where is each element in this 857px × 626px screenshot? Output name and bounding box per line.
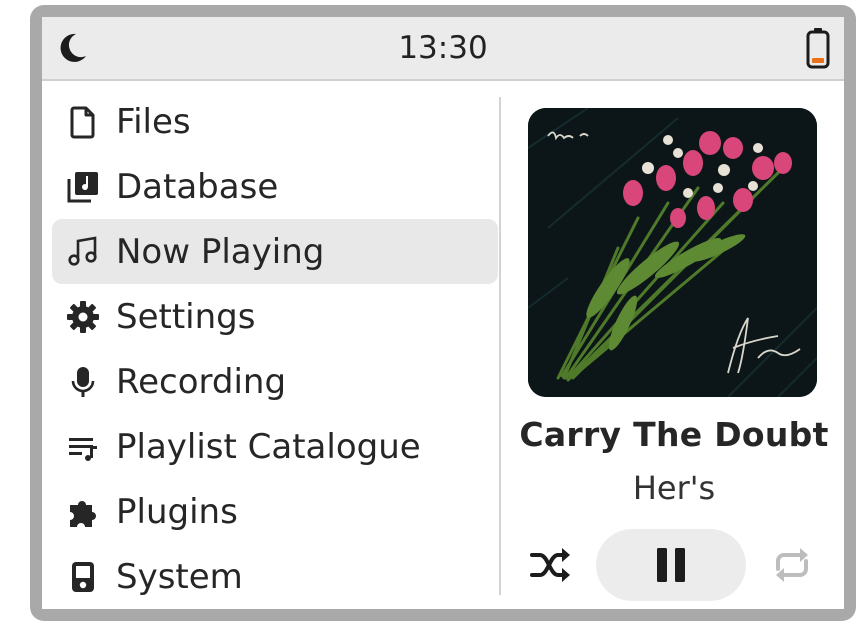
shuffle-icon[interactable] — [528, 543, 572, 587]
puzzle-icon — [66, 495, 100, 529]
menu-item-now-playing[interactable]: Now Playing — [52, 219, 498, 284]
repeat-icon[interactable] — [770, 543, 814, 587]
screen: 13:30 Files Database Now Playing Setting… — [42, 17, 844, 609]
menu-item-label: Database — [116, 166, 279, 207]
menu-item-playlist-catalogue[interactable]: Playlist Catalogue — [52, 414, 498, 479]
playlist-icon — [66, 430, 100, 464]
device-frame: 13:30 Files Database Now Playing Setting… — [30, 5, 856, 621]
main-menu: Files Database Now Playing Settings Reco… — [52, 89, 498, 609]
menu-item-system[interactable]: System — [52, 544, 498, 609]
status-bar: 13:30 — [42, 17, 844, 81]
menu-item-settings[interactable]: Settings — [52, 284, 498, 349]
menu-item-label: Settings — [116, 296, 256, 337]
battery-icon — [806, 28, 830, 69]
menu-item-label: Playlist Catalogue — [116, 426, 421, 467]
gear-icon — [66, 300, 100, 334]
database-icon — [66, 170, 100, 204]
menu-item-files[interactable]: Files — [52, 89, 498, 154]
divider — [499, 97, 501, 595]
menu-item-label: Now Playing — [116, 231, 325, 272]
clock: 13:30 — [398, 30, 488, 66]
menu-item-label: Plugins — [116, 491, 238, 532]
pause-icon — [657, 548, 685, 582]
play-pause-button[interactable] — [596, 529, 746, 601]
menu-item-label: Files — [116, 101, 191, 142]
track-artist: Her's — [632, 469, 716, 507]
menu-item-recording[interactable]: Recording — [52, 349, 498, 414]
album-art[interactable] — [528, 108, 817, 397]
menu-item-label: System — [116, 556, 243, 597]
playback-controls — [504, 529, 844, 601]
file-icon — [66, 105, 100, 139]
menu-item-label: Recording — [116, 361, 287, 402]
menu-item-database[interactable]: Database — [52, 154, 498, 219]
music-note-icon — [66, 235, 100, 269]
device-icon — [66, 560, 100, 594]
microphone-icon — [66, 365, 100, 399]
menu-item-plugins[interactable]: Plugins — [52, 479, 498, 544]
track-title: Carry The Doubt — [519, 415, 829, 454]
